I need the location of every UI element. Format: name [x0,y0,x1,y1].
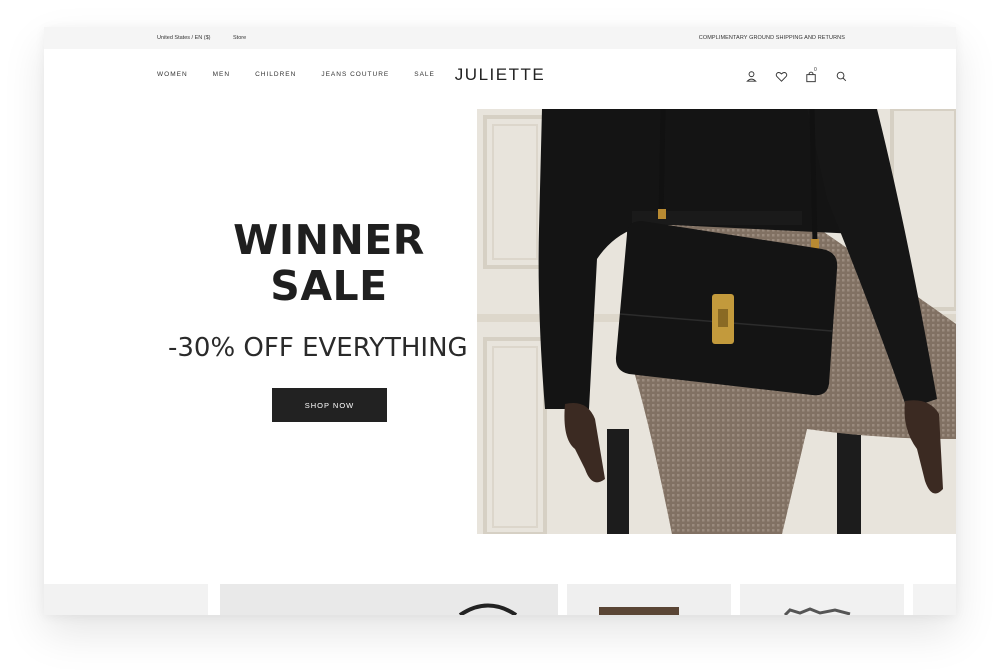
product-card[interactable] [740,584,904,615]
browser-page-frame: United States / EN ($) Store COMPLIMENTA… [44,27,956,615]
product-strip [44,584,956,615]
hero-text-block: WINNER SALE [164,217,494,309]
product-card[interactable] [44,584,208,615]
product-card[interactable] [220,584,558,615]
utility-bar: United States / EN ($) Store COMPLIMENTA… [44,27,956,49]
search-icon[interactable] [834,69,849,84]
bag-icon[interactable]: 0 [804,67,819,84]
shop-now-button[interactable]: SHOP NOW [272,388,387,422]
hero-discount-text: -30% OFF EVERYTHING [168,333,468,363]
hero-banner: WINNER SALE -30% OFF EVERYTHING SHOP NOW [44,109,956,534]
shipping-promo-text: COMPLIMENTARY GROUND SHIPPING AND RETURN… [698,35,845,41]
product-thumbnail [458,603,518,615]
hero-image [477,109,956,534]
hero-headline: WINNER SALE [164,217,494,309]
user-icon[interactable] [744,69,759,84]
nav-icon-group: 0 [744,67,864,84]
heart-icon[interactable] [774,69,789,84]
product-thumbnail [599,607,679,615]
product-card[interactable] [567,584,731,615]
product-card[interactable] [913,584,956,615]
main-navigation: WOMEN MEN CHILDREN JEANS COUTURE SALE JU… [44,49,956,109]
cart-count-badge: 0 [814,67,817,73]
product-thumbnail [783,607,851,615]
model-with-black-handbag-illustration [477,109,956,534]
hero-headline-line-1: WINNER [233,216,425,264]
hero-headline-line-2: SALE [270,262,388,310]
locale-selector[interactable]: United States / EN ($) [157,35,211,41]
store-link[interactable]: Store [233,35,246,41]
